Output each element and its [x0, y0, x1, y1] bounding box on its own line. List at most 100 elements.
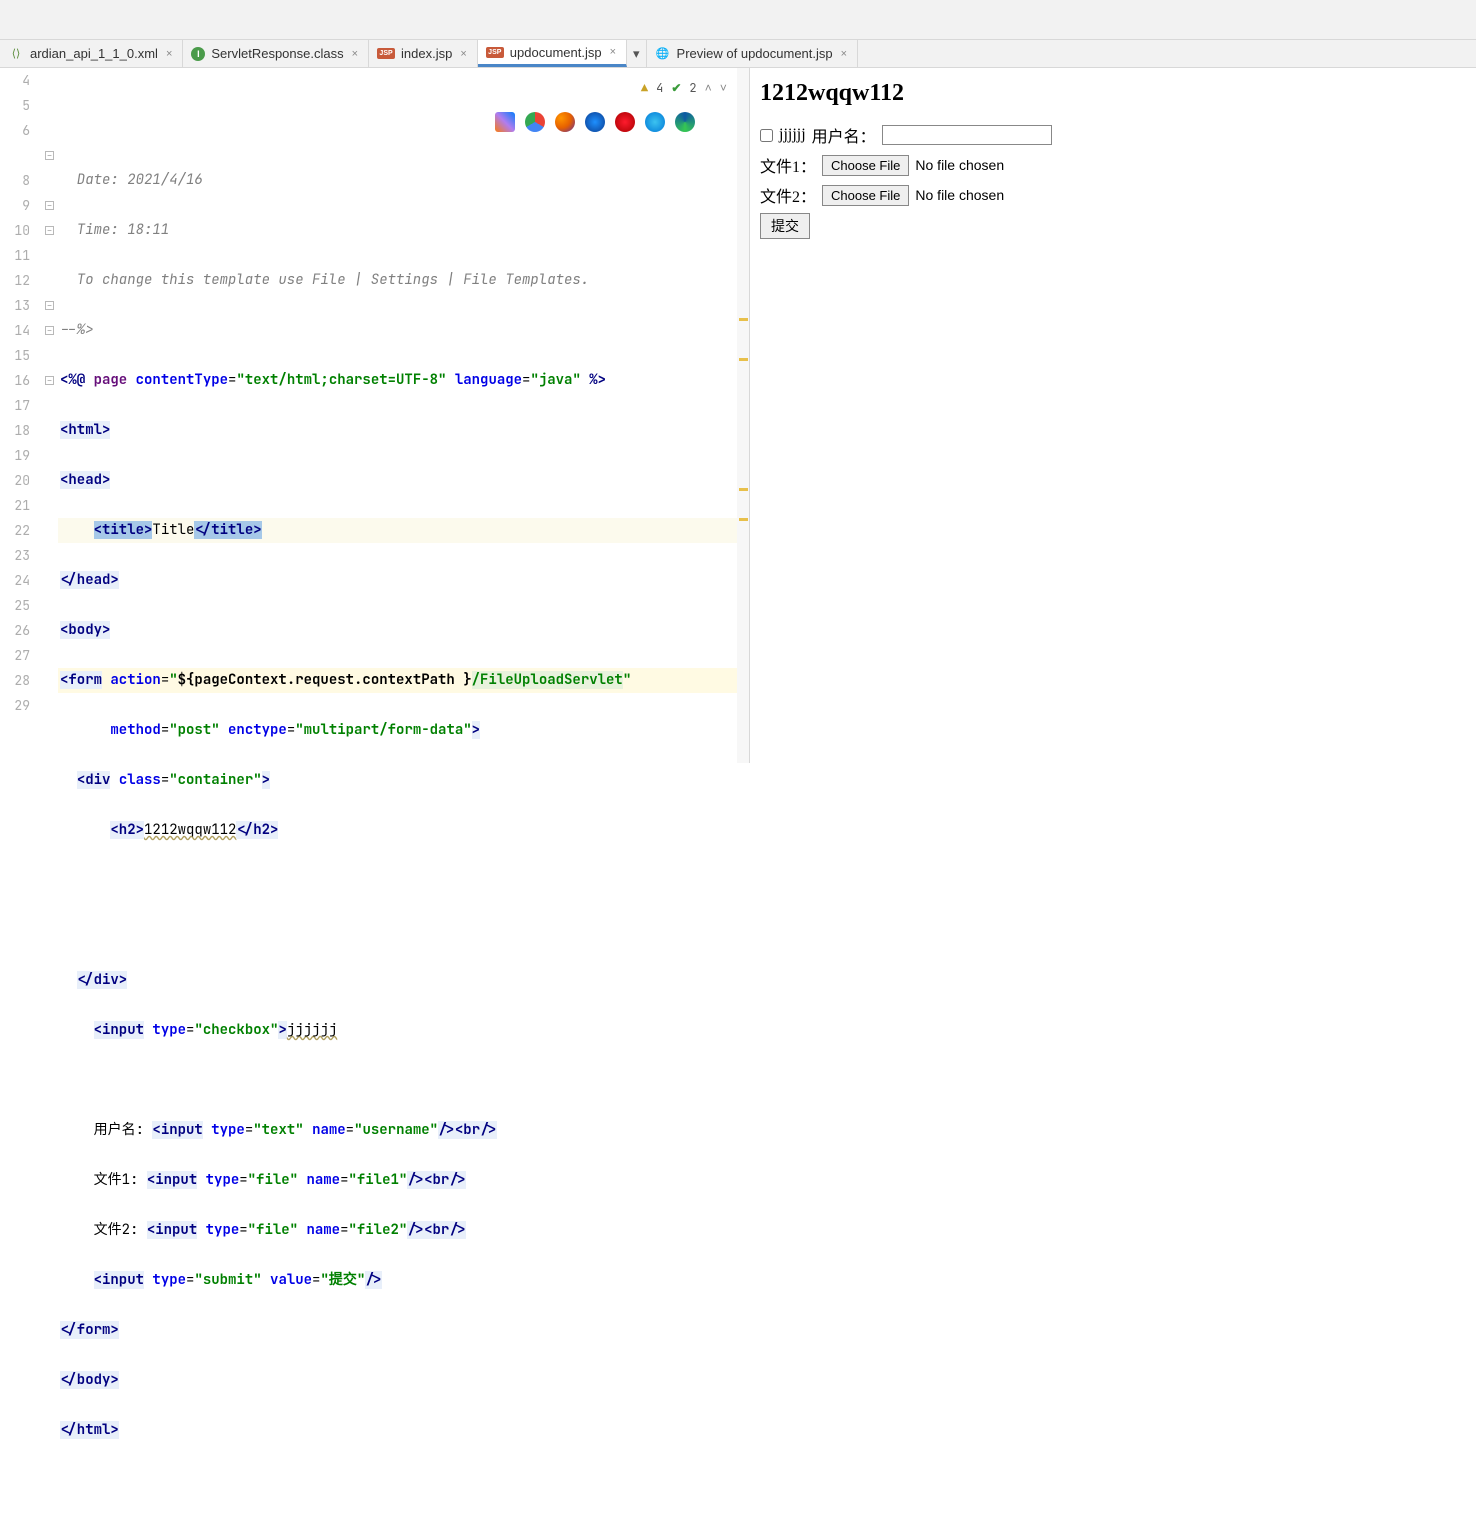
line-num: 18 — [0, 418, 30, 443]
edge-icon[interactable] — [675, 112, 695, 132]
chrome-icon[interactable] — [525, 112, 545, 132]
close-icon[interactable]: × — [458, 48, 468, 60]
code-area[interactable]: ▲ 4 ✔ 2 ˄ ˅ Date: 2021/4/16 Time: 18:11 To… — [58, 68, 749, 763]
editor-tabs-bar: ⟨⟩ ardian_api_1_1_0.xml × I ServletRespo… — [0, 40, 1476, 68]
preview-submit-row: 提交 — [760, 213, 1466, 239]
ie-icon[interactable] — [645, 112, 665, 132]
warning-icon[interactable]: ▲ — [641, 76, 648, 101]
jsp-icon: JSP — [377, 48, 395, 59]
line-num: 12 — [0, 268, 30, 293]
main-split: 4 5 6 8 9 10 11 12 13 14 15 16 17 18 19 … — [0, 68, 1476, 763]
comment: To change this template use File | Setti… — [60, 271, 589, 289]
line-num: 4 — [0, 68, 30, 93]
tag-html-close: </html> — [60, 1421, 119, 1439]
error-stripe[interactable] — [737, 68, 749, 763]
tab-index-jsp[interactable]: JSP index.jsp × — [369, 40, 478, 67]
preview-heading: 1212wqqw112 — [760, 80, 1466, 107]
tab-preview[interactable]: 🌐 Preview of updocument.jsp × — [646, 40, 859, 67]
comment: Date: 2021/4/16 — [60, 171, 203, 189]
stripe-warning[interactable] — [739, 518, 748, 521]
tag-body-close: </body> — [60, 1371, 119, 1389]
stripe-warning[interactable] — [739, 358, 748, 361]
class-icon: I — [191, 47, 205, 61]
preview-file2-row: 文件2： Choose File No file chosen — [760, 183, 1466, 207]
line-num: 29 — [0, 693, 30, 718]
line-num: 20 — [0, 468, 30, 493]
line-num: 24 — [0, 568, 30, 593]
line-num: 23 — [0, 543, 30, 568]
xml-icon: ⟨⟩ — [8, 46, 24, 62]
line-num: 5 — [0, 93, 30, 118]
line-num: 25 — [0, 593, 30, 618]
fold-icon[interactable]: − — [45, 301, 54, 310]
tab-label: index.jsp — [401, 46, 452, 61]
stripe-warning[interactable] — [739, 488, 748, 491]
opera-icon[interactable] — [615, 112, 635, 132]
line-num: 26 — [0, 618, 30, 643]
tag-head: <head> — [60, 471, 110, 489]
inspection-bar: ▲ 4 ✔ 2 ˄ ˅ — [637, 74, 731, 103]
line-num: 17 — [0, 393, 30, 418]
toolbar-spacer — [0, 0, 1476, 40]
warning-count: 4 — [656, 76, 663, 101]
choose-file-button[interactable]: Choose File — [822, 155, 909, 176]
fold-icon[interactable]: − — [45, 201, 54, 210]
tab-label: ardian_api_1_1_0.xml — [30, 46, 158, 61]
line-num: 9 — [0, 193, 30, 218]
tab-xml[interactable]: ⟨⟩ ardian_api_1_1_0.xml × — [0, 40, 183, 67]
line-num: 6 — [0, 118, 30, 143]
tag-head-close: </head> — [60, 571, 119, 589]
preview-user-row: jjjjjj 用户名： — [760, 123, 1466, 147]
safari-icon[interactable] — [585, 112, 605, 132]
tab-dropdown[interactable]: ▾ — [627, 40, 646, 67]
tab-label: Preview of updocument.jsp — [677, 46, 833, 61]
line-num: 22 — [0, 518, 30, 543]
line-num: 21 — [0, 493, 30, 518]
fold-column: − − − − − − — [44, 68, 58, 763]
tab-updocument-jsp[interactable]: JSP updocument.jsp × — [478, 40, 627, 67]
fold-icon[interactable]: − — [45, 376, 54, 385]
no-file-label: No file chosen — [915, 187, 1004, 203]
fold-icon[interactable]: − — [45, 226, 54, 235]
tag-html: <html> — [60, 421, 110, 439]
fold-icon[interactable]: − — [45, 326, 54, 335]
line-num: 15 — [0, 343, 30, 368]
line-num: 28 — [0, 668, 30, 693]
tag-form: <form — [60, 671, 102, 689]
check-icon[interactable]: ✔ — [671, 76, 681, 101]
line-num — [0, 143, 30, 168]
tag-div-close: </div> — [77, 971, 127, 989]
editor-pane: 4 5 6 8 9 10 11 12 13 14 15 16 17 18 19 … — [0, 68, 750, 763]
submit-button[interactable]: 提交 — [760, 213, 810, 239]
line-num: 13 — [0, 293, 30, 318]
line-num: 8 — [0, 168, 30, 193]
jsp-icon: JSP — [486, 47, 504, 58]
firefox-icon[interactable] — [555, 112, 575, 132]
browser-icons — [495, 112, 695, 132]
globe-icon: 🌐 — [655, 46, 671, 62]
preview-pane: 1212wqqw112 jjjjjj 用户名： 文件1： Choose File… — [750, 68, 1476, 763]
line-num: 10 — [0, 218, 30, 243]
fold-icon[interactable]: − — [45, 151, 54, 160]
line-gutter: 4 5 6 8 9 10 11 12 13 14 15 16 17 18 19 … — [0, 68, 44, 763]
stripe-warning[interactable] — [739, 318, 748, 321]
comment-end: --%> — [60, 321, 94, 339]
intellij-icon[interactable] — [495, 112, 515, 132]
tag-form-close: </form> — [60, 1321, 119, 1339]
choose-file-button[interactable]: Choose File — [822, 185, 909, 206]
tab-label: ServletResponse.class — [211, 46, 343, 61]
chevron-down-icon[interactable]: ˅ — [720, 76, 727, 101]
tab-class[interactable]: I ServletResponse.class × — [183, 40, 369, 67]
comment: Time: 18:11 — [60, 221, 169, 239]
line-num: 27 — [0, 643, 30, 668]
pass-count: 2 — [689, 76, 696, 101]
close-icon[interactable]: × — [839, 48, 849, 60]
close-icon[interactable]: × — [164, 48, 174, 60]
username-input[interactable] — [882, 125, 1052, 145]
line-num: 14 — [0, 318, 30, 343]
line-num: 11 — [0, 243, 30, 268]
close-icon[interactable]: × — [350, 48, 360, 60]
close-icon[interactable]: × — [608, 46, 618, 58]
tag-title: <title> — [94, 521, 153, 539]
chevron-up-icon[interactable]: ˄ — [705, 76, 712, 101]
